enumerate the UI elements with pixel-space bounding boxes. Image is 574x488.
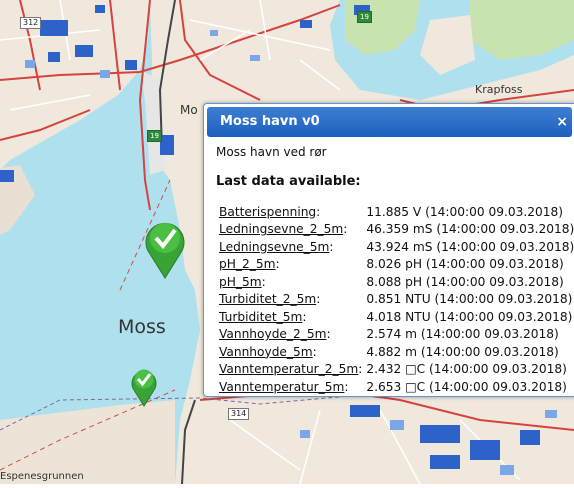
place-label-moss: Moss	[118, 316, 166, 338]
table-row: Turbiditet_2_5m: 0.851 NTU (14:00:00 09.0…	[219, 291, 574, 309]
sensor-link[interactable]: Ledningsevne_2_5m	[219, 222, 343, 236]
sensor-link[interactable]: Ledningsevne_5m	[219, 240, 329, 254]
table-row: Vanntemperatur_2_5m: 2.432 □C (14:00:00 0…	[219, 361, 574, 379]
sensor-link[interactable]: Vannhoyde_2_5m	[219, 327, 327, 341]
road-number-badge: 312	[20, 17, 42, 29]
sensor-name-cell: Batterispenning:	[219, 203, 366, 221]
table-row: Ledningsevne_5m: 43.924 mS (14:00:00 09.0…	[219, 238, 574, 256]
sensor-value-cell: 8.026 pH (14:00:00 09.03.2018)	[366, 257, 564, 272]
sensor-data-table: Batterispenning: 11.885 V (14:00:00 09.03…	[219, 203, 574, 396]
table-row: Vanntemperatur_5m: 2.653 □C (14:00:00 09.…	[219, 378, 574, 396]
separator: :	[312, 344, 317, 359]
separator: :	[344, 379, 349, 394]
popup-header[interactable]: Moss havn v0 ×	[207, 107, 572, 137]
sensor-value-cell: 43.924 mS (14:00:00 09.03.2018)	[366, 239, 574, 254]
sensor-link[interactable]: Vanntemperatur_5m	[219, 380, 344, 394]
sensor-value-cell: 2.653 □C (14:00:00 09.03.2018)	[366, 379, 567, 394]
road-number-badge: 19	[357, 11, 372, 23]
table-row: Ledningsevne_2_5m: 46.359 mS (14:00:00 09…	[219, 221, 574, 239]
sensor-name-cell: Turbiditet_2_5m:	[219, 291, 366, 309]
sensor-name-cell: Vanntemperatur_5m:	[219, 378, 366, 396]
sensor-name-cell: Vanntemperatur_2_5m:	[219, 361, 366, 379]
sensor-link[interactable]: Vanntemperatur_2_5m	[219, 362, 358, 376]
sensor-name-cell: pH_5m:	[219, 273, 366, 291]
sensor-name-cell: Turbiditet_5m:	[219, 308, 366, 326]
separator: :	[326, 327, 331, 342]
sensor-value-cell: 2.574 m (14:00:00 09.03.2018)	[366, 327, 559, 342]
separator: :	[358, 362, 363, 377]
sensor-link[interactable]: Turbiditet_2_5m	[219, 292, 316, 306]
separator: :	[316, 292, 321, 307]
separator: :	[329, 239, 334, 254]
sensor-value-cell: 0.851 NTU (14:00:00 09.03.2018)	[366, 292, 573, 307]
sensor-value-cell: 4.882 m (14:00:00 09.03.2018)	[366, 344, 559, 359]
table-row: pH_5m: 8.088 pH (14:00:00 09.03.2018)	[219, 273, 574, 291]
table-row: Vannhoyde_5m: 4.882 m (14:00:00 09.03.201…	[219, 343, 574, 361]
station-info-popup: Moss havn v0 × Moss havn ved rør Last da…	[203, 103, 574, 397]
road-number-badge: 314	[228, 408, 250, 420]
road-number-badge: 19	[147, 130, 162, 142]
sensor-link[interactable]: pH_2_5m	[219, 257, 275, 271]
station-marker-large[interactable]	[142, 216, 188, 280]
table-row: Turbiditet_5m: 4.018 NTU (14:00:00 09.03.…	[219, 308, 574, 326]
sensor-name-cell: Ledningsevne_2_5m:	[219, 221, 366, 239]
sensor-name-cell: Ledningsevne_5m:	[219, 238, 366, 256]
sensor-value-cell: 4.018 NTU (14:00:00 09.03.2018)	[366, 309, 573, 324]
sensor-value-cell: 8.088 pH (14:00:00 09.03.2018)	[366, 274, 564, 289]
separator: :	[275, 257, 280, 272]
place-label-espenesgrunnen: Espenesgrunnen	[0, 471, 84, 482]
table-row: pH_2_5m: 8.026 pH (14:00:00 09.03.2018)	[219, 256, 574, 274]
popup-subtitle: Moss havn ved rør	[216, 145, 327, 159]
popup-title: Moss havn v0	[220, 114, 320, 129]
last-data-heading: Last data available:	[216, 174, 361, 189]
sensor-link[interactable]: Batterispenning	[219, 205, 316, 219]
sensor-link[interactable]: Turbiditet_5m	[219, 310, 302, 324]
separator: :	[316, 204, 321, 219]
sensor-value-cell: 2.432 □C (14:00:00 09.03.2018)	[366, 362, 567, 377]
table-row: Vannhoyde_2_5m: 2.574 m (14:00:00 09.03.2…	[219, 326, 574, 344]
sensor-value-cell: 11.885 V (14:00:00 09.03.2018)	[366, 204, 564, 219]
separator: :	[261, 274, 266, 289]
station-marker-small[interactable]	[130, 365, 158, 407]
sensor-value-cell: 46.359 mS (14:00:00 09.03.2018)	[366, 222, 574, 237]
sensor-link[interactable]: pH_5m	[219, 275, 262, 289]
place-label-krapfoss: Krapfoss	[475, 83, 523, 96]
sensor-link[interactable]: Vannhoyde_5m	[219, 345, 313, 359]
place-label-town-partial: Mo	[180, 103, 198, 117]
separator: :	[302, 309, 307, 324]
sensor-name-cell: pH_2_5m:	[219, 256, 366, 274]
sensor-name-cell: Vannhoyde_5m:	[219, 343, 366, 361]
popup-body: Moss havn ved rør Last data available: B…	[204, 137, 574, 396]
sensor-name-cell: Vannhoyde_2_5m:	[219, 326, 366, 344]
separator: :	[343, 222, 348, 237]
table-row: Batterispenning: 11.885 V (14:00:00 09.03…	[219, 203, 574, 221]
close-icon[interactable]: ×	[556, 107, 568, 137]
